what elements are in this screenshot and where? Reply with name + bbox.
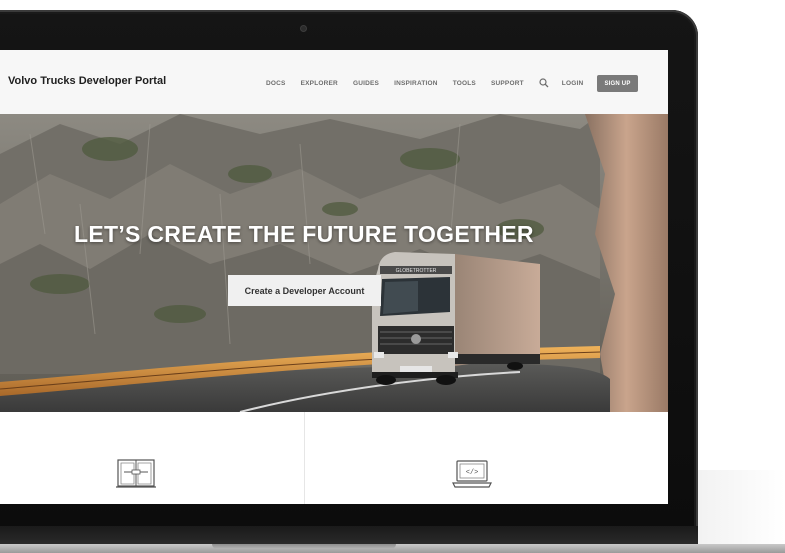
nav-guides[interactable]: GUIDES [353,80,379,87]
hero-image: GLOBETROTTER [0,114,668,412]
site-header: Volvo Trucks Developer Portal DOCS EXPLO… [0,50,668,115]
feature-divider [304,412,305,504]
truck-label: GLOBETROTTER [396,268,437,274]
nav-docs[interactable]: DOCS [266,80,286,87]
svg-text:</>: </> [466,469,479,477]
nav-inspiration[interactable]: INSPIRATION [394,80,438,87]
nav-tools[interactable]: TOOLS [453,80,476,87]
code-laptop-icon[interactable]: </> [452,458,492,490]
create-account-button[interactable]: Create a Developer Account [228,275,381,306]
features-section: </> [0,412,668,504]
nav-explorer[interactable]: EXPLORER [301,80,338,87]
signup-button[interactable]: SIGN UP [597,75,638,92]
screen: Volvo Trucks Developer Portal DOCS EXPLO… [0,50,668,504]
camera [301,26,306,31]
nav-support[interactable]: SUPPORT [491,80,524,87]
laptop-shadow [698,470,785,544]
hero-title: LET’S CREATE THE FUTURE TOGETHER [74,221,534,247]
hero-banner: GLOBETROTTER LET’S CREATE THE FUTURE TOG… [0,114,668,412]
search-icon[interactable] [539,78,549,88]
laptop-notch [212,544,396,549]
main-nav: DOCS EXPLORER GUIDES INSPIRATION TOOLS S… [266,78,598,88]
laptop-bezel-bottom [0,526,698,544]
nav-login[interactable]: LOGIN [562,80,584,87]
book-icon[interactable] [116,458,156,490]
brand-title[interactable]: Volvo Trucks Developer Portal [8,75,166,87]
